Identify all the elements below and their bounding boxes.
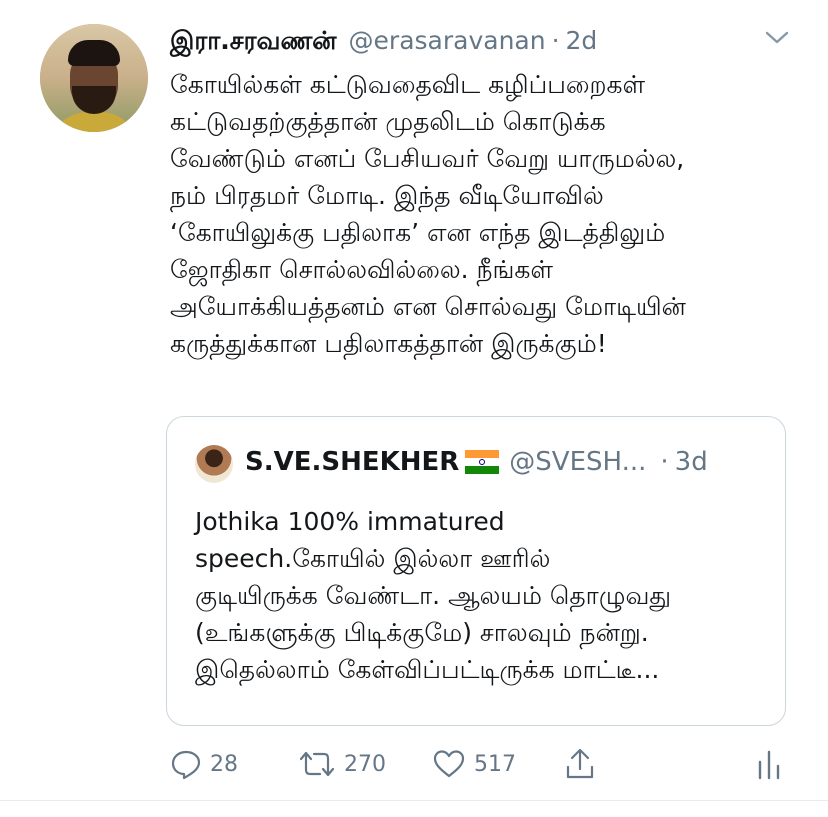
separator-dot: ·: [551, 26, 560, 55]
tweet-text: கோயில்கள் கட்டுவதைவிட கழிப்பறைகள் கட்டுவ…: [170, 70, 686, 358]
author-avatar[interactable]: [40, 24, 148, 132]
tweet-header: இரா.சரவணன் @erasaravanan · 2d: [170, 26, 597, 56]
analytics-icon: [758, 750, 780, 780]
tweet[interactable]: இரா.சரவணன் @erasaravanan · 2d கோயில்கள் …: [0, 0, 828, 800]
separator-dot: ·: [660, 447, 669, 477]
india-flag-icon: [465, 450, 500, 474]
reply-icon: [171, 750, 201, 780]
tweet-timestamp[interactable]: 2d: [566, 26, 598, 55]
author-name[interactable]: இரா.சரவணன்: [170, 26, 337, 59]
chevron-down-icon[interactable]: [764, 30, 790, 46]
share-icon: [566, 748, 594, 779]
reply-count: 28: [210, 751, 238, 777]
quoted-author-handle: @SVESH...: [509, 447, 647, 477]
retweet-count: 270: [344, 751, 386, 777]
quoted-timestamp: 3d: [674, 447, 708, 477]
tweet-divider: [0, 800, 828, 801]
quoted-tweet-text: Jothika 100% immatured speech.கோயில் இல்…: [195, 507, 672, 684]
quoted-author-name: S.VE.SHEKHER: [245, 447, 460, 477]
action-bar: 28 270 517: [166, 744, 786, 784]
heart-icon: [433, 750, 465, 778]
like-button[interactable]: 517: [432, 744, 516, 784]
retweet-button[interactable]: 270: [298, 744, 386, 784]
author-handle[interactable]: @erasaravanan: [349, 26, 546, 55]
retweet-icon: [299, 751, 335, 777]
quoted-tweet[interactable]: S.VE.SHEKHER @SVESH... · 3d Jothika 100%…: [166, 416, 786, 726]
quoted-author-avatar: [195, 445, 233, 483]
reply-button[interactable]: 28: [170, 744, 238, 784]
share-button[interactable]: [564, 744, 596, 784]
quoted-tweet-header: S.VE.SHEKHER @SVESH... · 3d: [245, 447, 708, 477]
analytics-button[interactable]: [756, 744, 782, 784]
like-count: 517: [474, 751, 516, 777]
